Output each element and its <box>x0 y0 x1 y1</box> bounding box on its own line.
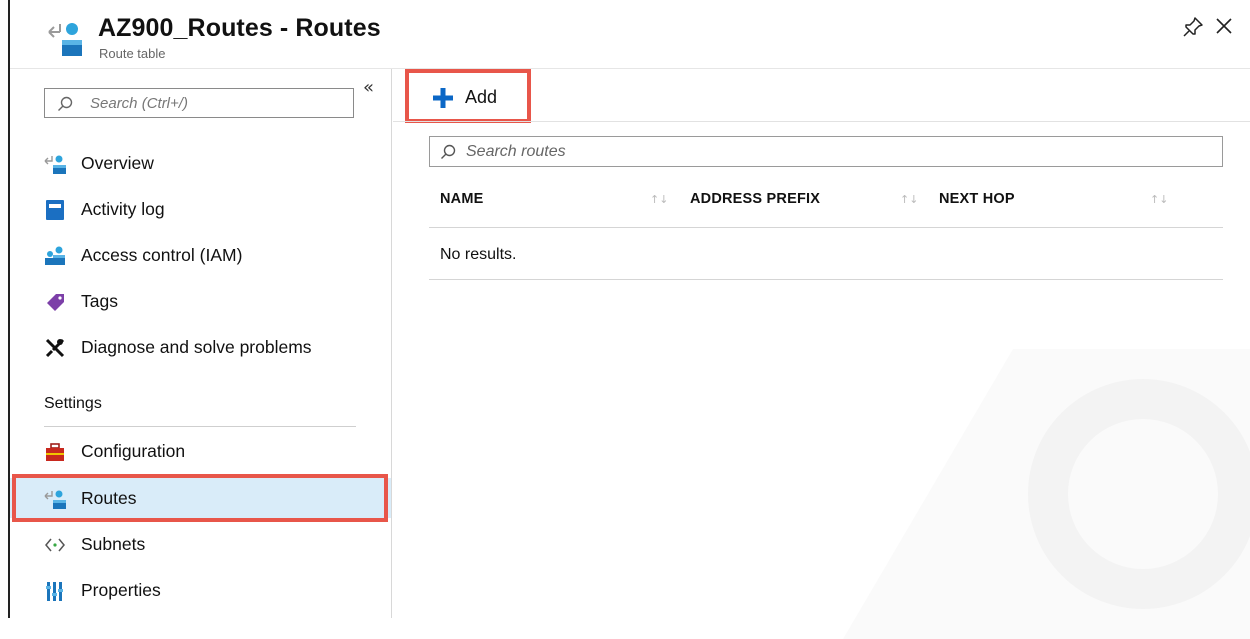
access-control-icon <box>45 246 65 265</box>
column-header-next-hop[interactable]: NEXT HOP <box>939 191 1015 207</box>
route-table-icon <box>48 23 82 56</box>
route-table-icon <box>44 155 66 174</box>
blade-header: AZ900_Routes - Routes Route table <box>10 0 1250 68</box>
close-icon[interactable] <box>1214 16 1234 36</box>
blade-frame: AZ900_Routes - Routes Route table Search… <box>8 0 1250 639</box>
sidebar-search-input[interactable]: Search (Ctrl+/) <box>44 88 354 118</box>
sort-icon[interactable]: ↑↓ <box>1150 193 1168 206</box>
sort-icon[interactable]: ↑↓ <box>650 193 668 206</box>
settings-divider <box>44 426 356 427</box>
column-header-address-prefix[interactable]: ADDRESS PREFIX <box>690 191 820 207</box>
properties-icon <box>46 582 63 601</box>
page-title: AZ900_Routes - Routes <box>98 14 381 42</box>
page-subtitle: Route table <box>99 46 166 61</box>
sort-icon[interactable]: ↑↓ <box>900 193 918 206</box>
toolbox-icon <box>46 443 64 461</box>
sidebar-item-diagnose[interactable]: Diagnose and solve problems <box>10 327 392 367</box>
toolbar-divider <box>393 121 1250 122</box>
routes-highlight-box <box>12 474 388 522</box>
tag-icon <box>47 294 64 311</box>
sidebar: Search (Ctrl+/) « Overview Activity log <box>10 69 392 618</box>
table-bottom-divider <box>429 279 1223 280</box>
empty-state-text: No results. <box>440 246 517 263</box>
sidebar-item-label: Overview <box>81 153 154 173</box>
activity-log-icon <box>46 200 64 220</box>
sidebar-item-tags[interactable]: Tags <box>10 281 392 321</box>
sidebar-item-activity-log[interactable]: Activity log <box>10 189 392 229</box>
sidebar-item-overview[interactable]: Overview <box>10 143 392 183</box>
sidebar-item-label: Tags <box>81 291 118 311</box>
add-button-label: Add <box>465 87 498 107</box>
settings-section-label: Settings <box>44 395 102 412</box>
pin-icon[interactable] <box>1182 16 1204 38</box>
sidebar-item-label: Subnets <box>81 534 146 554</box>
routes-search-input[interactable]: Search routes <box>429 136 1223 167</box>
collapse-sidebar-button[interactable]: « <box>363 77 374 98</box>
sidebar-item-label: Configuration <box>81 441 186 461</box>
sidebar-item-label: Properties <box>81 580 161 600</box>
sidebar-item-access-control[interactable]: Access control (IAM) <box>10 235 392 275</box>
sidebar-item-properties[interactable]: Properties <box>10 570 392 610</box>
sidebar-search-placeholder: Search (Ctrl+/) <box>90 95 188 112</box>
search-icon <box>58 96 73 111</box>
sidebar-item-configuration[interactable]: Configuration <box>10 431 392 471</box>
sidebar-divider <box>391 69 392 618</box>
sidebar-item-subnets[interactable]: Subnets <box>10 524 392 564</box>
table-header-divider <box>429 227 1223 228</box>
sidebar-item-label: Diagnose and solve problems <box>81 337 312 357</box>
add-route-button[interactable]: Add <box>405 69 531 123</box>
sidebar-item-label: Activity log <box>81 199 165 219</box>
routes-search-placeholder: Search routes <box>466 143 566 160</box>
sidebar-item-label: Access control (IAM) <box>81 245 243 265</box>
main-content: Add Search routes NAME ↑↓ ADDRESS PREFIX… <box>393 69 1250 639</box>
column-header-name[interactable]: NAME <box>440 191 484 207</box>
watermark-graphic <box>843 349 1250 639</box>
plus-icon <box>433 88 453 108</box>
subnets-icon <box>45 538 65 552</box>
wrench-icon <box>45 338 65 358</box>
search-icon <box>441 144 456 159</box>
